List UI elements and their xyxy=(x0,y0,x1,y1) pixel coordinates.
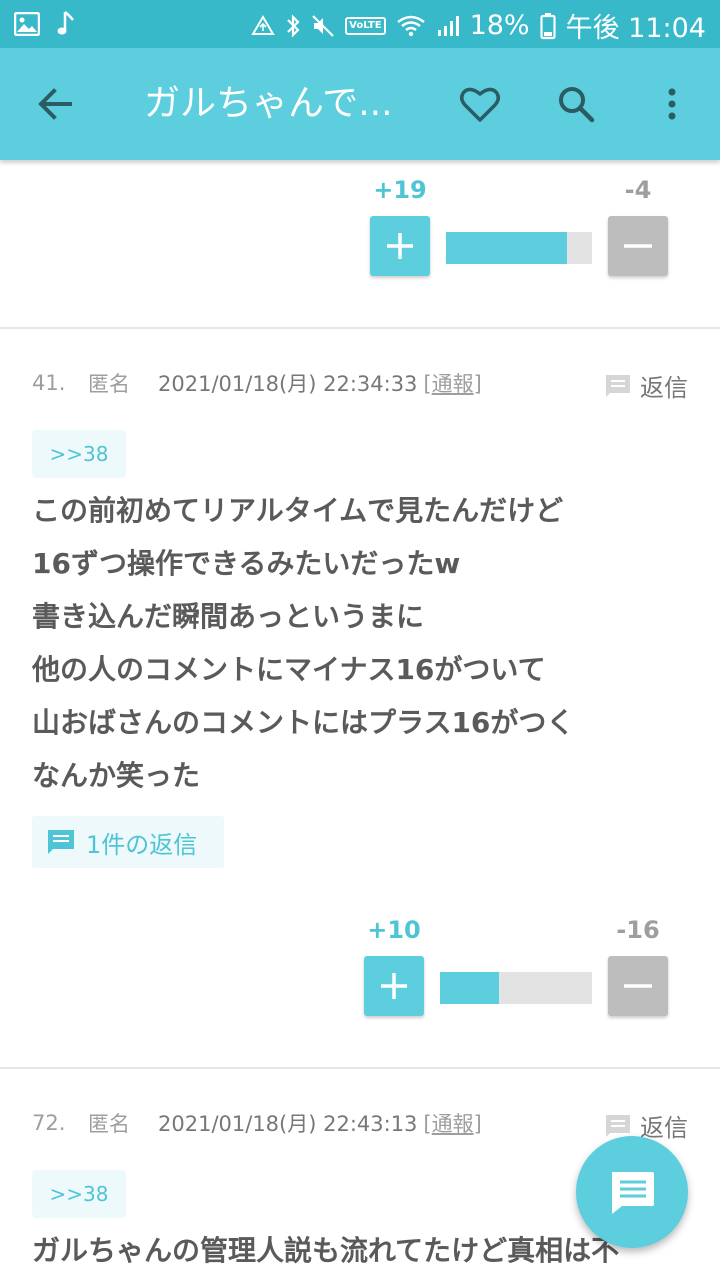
replies-label: 1件の返信 xyxy=(86,830,198,859)
report-link[interactable]: [通報] xyxy=(423,1108,481,1138)
back-arrow-icon[interactable] xyxy=(32,80,80,128)
gallery-icon xyxy=(14,12,40,36)
wifi-icon xyxy=(396,15,425,36)
bluetooth-icon xyxy=(287,13,300,38)
report-bracket-close: ] xyxy=(473,1112,482,1136)
vote-block: +19 -4 xyxy=(0,176,720,296)
status-bar: VoLTE 18% 午後 11:04 xyxy=(0,0,720,48)
report-label: 通報 xyxy=(431,1112,474,1136)
app-bar: ガルちゃんで... xyxy=(0,48,720,160)
plus-icon xyxy=(381,973,407,999)
comment-line: 山おばさんのコメントにはプラス16がつく xyxy=(32,706,575,739)
vote-ratio-fill xyxy=(440,972,500,1004)
minus-button[interactable] xyxy=(608,216,668,276)
comment-icon xyxy=(606,374,630,397)
comment-body: この前初めてリアルタイムで見たんだけど 16ずつ操作できるみたいだったw 書き込… xyxy=(32,484,692,802)
report-bracket-open: [ xyxy=(423,372,432,396)
comment-author: 匿名 xyxy=(88,372,130,396)
battery-percent: 18% xyxy=(469,10,530,41)
page-title: ガルちゃんで... xyxy=(144,83,393,124)
comment-line: 16ずつ操作できるみたいだったw xyxy=(32,547,461,580)
anchor-link[interactable]: >>38 xyxy=(32,1170,126,1218)
volte-badge: VoLTE xyxy=(345,16,386,35)
vote-ratio-bar xyxy=(440,972,592,1004)
comment-icon xyxy=(48,830,74,854)
battery-icon xyxy=(539,12,556,39)
comment-meta: 72. 匿名 2021/01/18(月) 22:43:13 [通報] xyxy=(32,1108,482,1138)
divider xyxy=(0,1067,720,1069)
comment-date: 2021/01/18(月) 22:43:13 xyxy=(158,1112,418,1136)
comment-line: 書き込んだ瞬間あっというまに xyxy=(32,600,425,633)
chat-icon xyxy=(612,1172,654,1214)
plus-count: +19 xyxy=(373,176,427,204)
minus-button[interactable] xyxy=(608,956,668,1016)
signal-icon xyxy=(437,15,459,36)
new-comment-fab[interactable] xyxy=(576,1136,688,1248)
comment-date: 2021/01/18(月) 22:34:33 xyxy=(158,372,418,396)
minus-count: -4 xyxy=(624,176,652,204)
more-vert-icon[interactable] xyxy=(648,80,696,128)
mute-icon xyxy=(312,14,334,37)
comment-number: 72. xyxy=(32,1111,66,1135)
vote-ratio-fill xyxy=(446,232,568,264)
minus-icon xyxy=(624,244,652,248)
reply-button[interactable]: 返信 xyxy=(604,368,688,403)
search-icon[interactable] xyxy=(552,80,600,128)
comment-line: 他の人のコメントにマイナス16がついて xyxy=(32,653,546,686)
comment-meta: 41. 匿名 2021/01/18(月) 22:34:33 [通報] xyxy=(32,368,482,398)
report-bracket-close: ] xyxy=(473,372,482,396)
comment-line: なんか笑った xyxy=(32,759,201,792)
anchor-link[interactable]: >>38 xyxy=(32,430,126,478)
minus-count: -16 xyxy=(616,916,660,944)
reply-label: 返信 xyxy=(640,374,688,402)
comment-number: 41. xyxy=(32,371,66,395)
music-note-icon xyxy=(57,11,74,35)
report-bracket-open: [ xyxy=(423,1112,432,1136)
plus-count: +10 xyxy=(367,916,421,944)
clock: 午後 11:04 xyxy=(565,13,706,44)
plus-button[interactable] xyxy=(370,216,430,276)
data-sync-icon xyxy=(251,14,275,35)
vote-block: +10 -16 xyxy=(0,916,720,1036)
comment-author: 匿名 xyxy=(88,1112,130,1136)
comment-line: この前初めてリアルタイムで見たんだけど xyxy=(32,494,564,527)
vote-ratio-bar xyxy=(446,232,592,264)
plus-button[interactable] xyxy=(364,956,424,1016)
replies-button[interactable]: 1件の返信 xyxy=(32,816,224,868)
report-label: 通報 xyxy=(431,372,474,396)
comment-icon xyxy=(606,1114,630,1137)
heart-icon[interactable] xyxy=(456,80,504,128)
minus-icon xyxy=(624,984,652,988)
report-link[interactable]: [通報] xyxy=(423,368,481,398)
plus-icon xyxy=(387,233,413,259)
divider xyxy=(0,327,720,329)
